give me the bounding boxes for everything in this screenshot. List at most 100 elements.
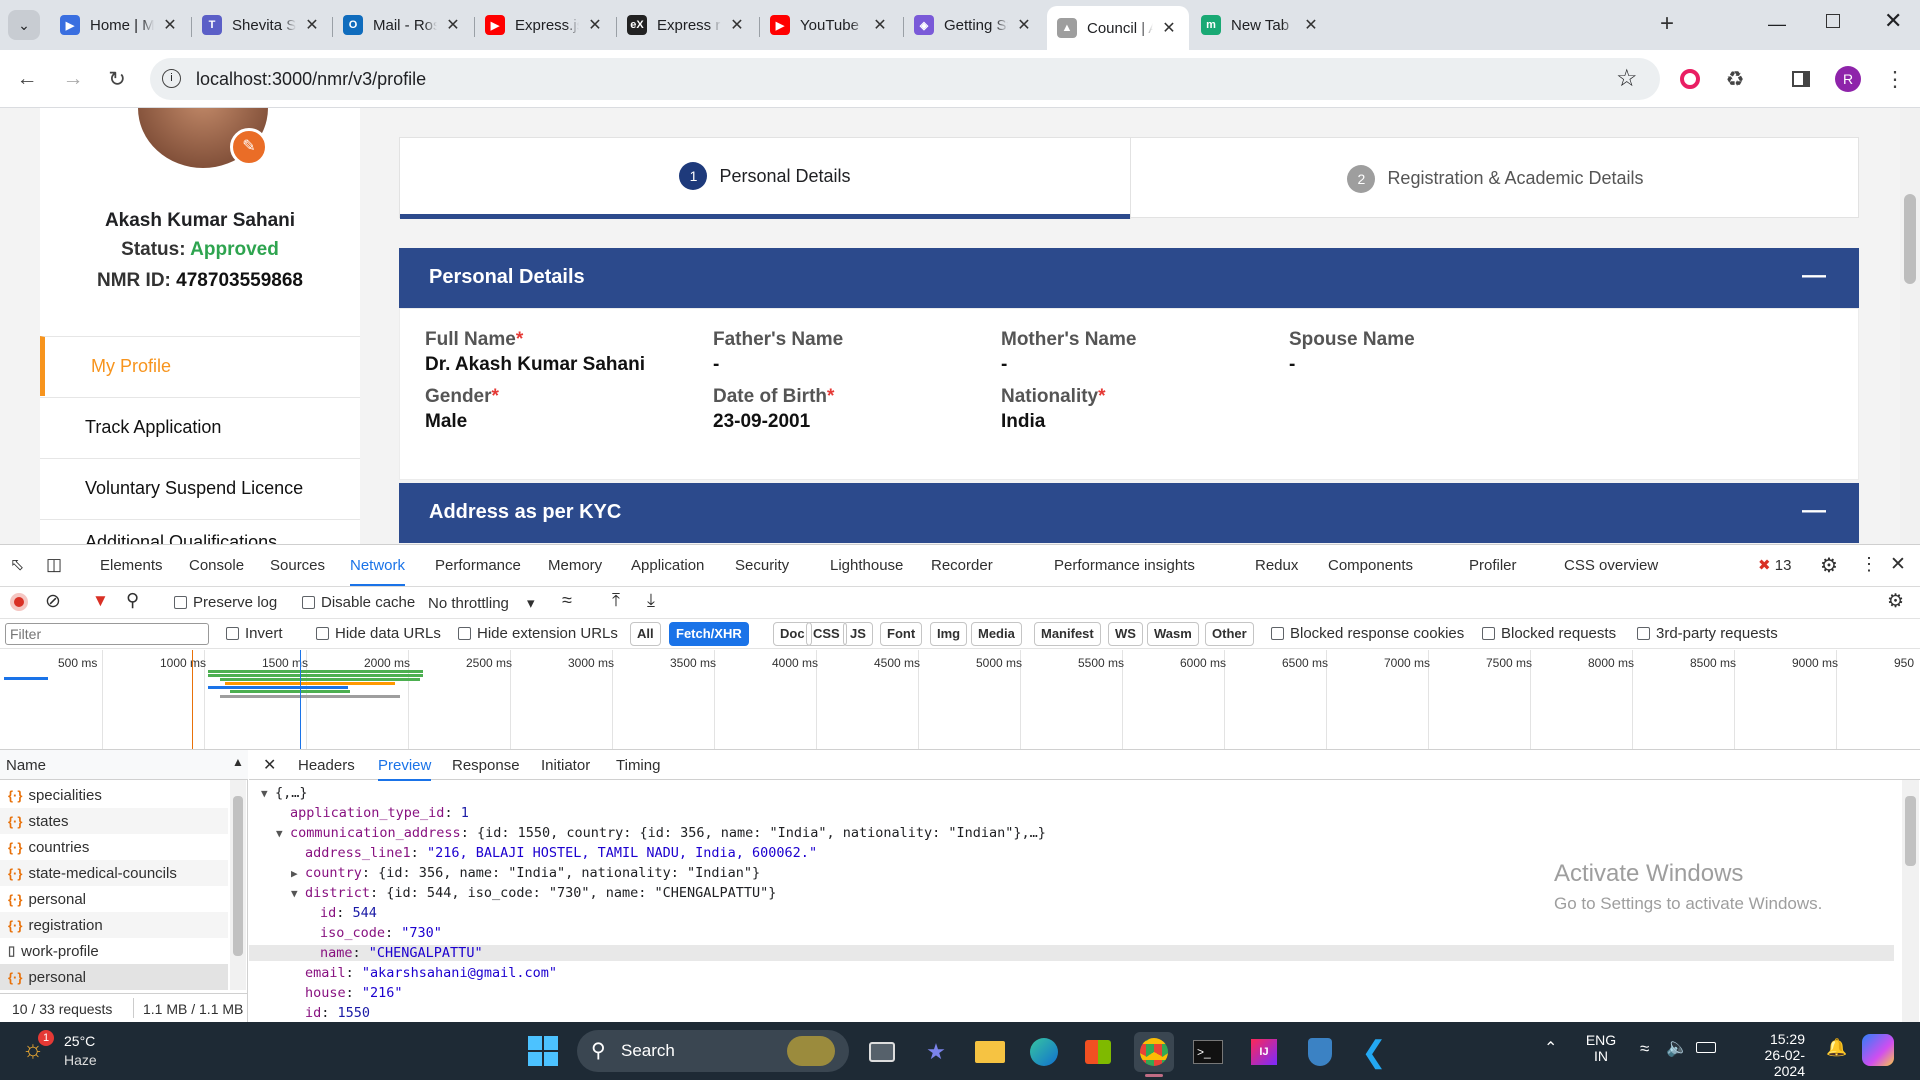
page-scrollbar[interactable]: [1900, 108, 1920, 544]
terminal-icon[interactable]: >_: [1188, 1032, 1228, 1072]
devtools-tab-application[interactable]: Application: [631, 557, 704, 574]
edge-icon[interactable]: [1024, 1032, 1064, 1072]
type-filter-all[interactable]: All: [630, 622, 661, 646]
address-bar[interactable]: i localhost:3000/nmr/v3/profile ☆: [150, 58, 1660, 100]
type-filter-other[interactable]: Other: [1205, 622, 1254, 646]
search-icon[interactable]: ⚲: [126, 590, 139, 611]
devtools-tab-console[interactable]: Console: [189, 557, 244, 574]
browser-tab[interactable]: ◈ Getting Starte ✕: [904, 7, 1044, 43]
tab-close-icon[interactable]: ✕: [160, 15, 180, 35]
devtools-tab-redux[interactable]: Redux: [1255, 557, 1298, 574]
third-party-checkbox[interactable]: 3rd-party requests: [1637, 625, 1778, 642]
throttling-select[interactable]: No throttling ▾: [428, 594, 535, 612]
filter-input[interactable]: [5, 623, 209, 645]
request-row[interactable]: {·} registration: [0, 912, 228, 938]
bookmark-star-icon[interactable]: ☆: [1616, 64, 1638, 93]
type-filter-fetchxhr[interactable]: Fetch/XHR: [669, 622, 749, 646]
start-button[interactable]: [528, 1036, 558, 1066]
devtools-tab-memory[interactable]: Memory: [548, 557, 602, 574]
expand-arrow-icon[interactable]: ▼: [261, 787, 275, 800]
invert-checkbox[interactable]: Invert: [226, 625, 283, 642]
error-count-badge[interactable]: ✖ 13: [1758, 556, 1791, 574]
copilot-icon[interactable]: [1862, 1034, 1894, 1066]
detail-tab-initiator[interactable]: Initiator: [541, 757, 590, 774]
forward-arrow-icon[interactable]: →: [57, 63, 89, 95]
intellij-icon[interactable]: IJ: [1244, 1032, 1284, 1072]
new-tab-button[interactable]: +: [1652, 10, 1682, 40]
tab-close-icon[interactable]: ✕: [1014, 15, 1034, 35]
json-line[interactable]: house: "216": [291, 985, 403, 1001]
type-filter-font[interactable]: Font: [880, 622, 923, 646]
tray-overflow-icon[interactable]: ⌃: [1544, 1038, 1557, 1058]
tab-close-icon[interactable]: ✕: [870, 15, 890, 35]
blocked-cookies-checkbox[interactable]: Blocked response cookies: [1271, 625, 1464, 642]
close-window-button[interactable]: ✕: [1884, 8, 1902, 34]
type-filter-media[interactable]: Media: [971, 622, 1022, 646]
taskbar-search[interactable]: ⚲ Search: [577, 1030, 849, 1072]
expand-arrow-icon[interactable]: ▶: [291, 867, 305, 880]
json-line[interactable]: id: 544: [306, 905, 377, 921]
browser-tab[interactable]: T Shevita Soi | ✕: [192, 7, 332, 43]
store-icon[interactable]: [1078, 1032, 1118, 1072]
device-toolbar-icon[interactable]: ◫: [46, 555, 62, 575]
tab-close-icon[interactable]: ✕: [585, 15, 605, 35]
clear-icon[interactable]: ⊘: [45, 590, 61, 613]
sidebar-item-voluntary-suspend[interactable]: Voluntary Suspend Licence: [40, 458, 360, 518]
scrollbar-thumb[interactable]: [1904, 194, 1916, 284]
devtools-tab-elements[interactable]: Elements: [100, 557, 163, 574]
tab-close-icon[interactable]: ✕: [727, 15, 747, 35]
json-line[interactable]: email: "akarshsahani@gmail.com": [291, 965, 557, 981]
teams-icon[interactable]: ★: [916, 1032, 956, 1072]
profile-avatar[interactable]: R: [1832, 63, 1864, 95]
devtools-menu-icon[interactable]: ⋮: [1860, 554, 1878, 575]
tab-close-icon[interactable]: ✕: [1159, 18, 1179, 38]
reload-icon[interactable]: ↻: [101, 63, 133, 95]
disable-cache-checkbox[interactable]: Disable cache: [302, 594, 415, 611]
close-devtools-icon[interactable]: ✕: [1890, 553, 1906, 576]
url-text[interactable]: localhost:3000/nmr/v3/profile: [196, 69, 426, 90]
devtools-tab-network[interactable]: Network: [350, 557, 406, 586]
request-row[interactable]: {·} specialities: [0, 782, 228, 808]
extensions-puzzle-icon[interactable]: ♻: [1719, 63, 1751, 95]
json-line[interactable]: address_line1: "216, BALAJI HOSTEL, TAMI…: [291, 845, 817, 861]
request-row[interactable]: {·} countries: [0, 834, 228, 860]
edit-avatar-button[interactable]: ✎: [230, 128, 268, 166]
detail-tab-headers[interactable]: Headers: [298, 757, 355, 774]
devtools-tab-css-overview[interactable]: CSS overview: [1564, 557, 1658, 574]
json-line[interactable]: ▶ country: {id: 356, name: "India", natio…: [291, 865, 760, 881]
import-har-icon[interactable]: ⤒: [612, 590, 620, 611]
record-stop-icon[interactable]: [10, 593, 28, 611]
sidebar-item-my-profile[interactable]: My Profile: [40, 336, 360, 396]
battery-icon[interactable]: [1696, 1042, 1716, 1053]
request-list-scrollbar[interactable]: [230, 780, 246, 990]
network-settings-icon[interactable]: ⚙: [1887, 590, 1904, 613]
wifi-icon[interactable]: ≈: [1640, 1039, 1649, 1059]
detail-tab-timing[interactable]: Timing: [616, 757, 660, 774]
preview-scrollbar[interactable]: [1902, 780, 1919, 1023]
browser-tab[interactable]: ▲ Council | ABD ✕: [1047, 6, 1189, 50]
name-column-header[interactable]: Name ▲: [0, 750, 248, 780]
restore-button[interactable]: [1826, 14, 1840, 28]
type-filter-img[interactable]: Img: [930, 622, 968, 646]
json-line[interactable]: ▼ communication_address: {id: 1550, count…: [276, 825, 1046, 841]
browser-tab[interactable]: ▶ Home | Micro ✕: [50, 7, 190, 43]
volume-icon[interactable]: 🔈: [1666, 1037, 1688, 1058]
request-row[interactable]: {·} personal: [0, 886, 228, 912]
browser-tab[interactable]: O Mail - Roshan ✕: [333, 7, 473, 43]
task-view-icon[interactable]: [862, 1032, 902, 1072]
tab-close-icon[interactable]: ✕: [302, 15, 322, 35]
collapse-icon[interactable]: —: [1802, 497, 1826, 525]
json-line[interactable]: application_type_id: 1: [276, 805, 469, 821]
json-line[interactable]: name: "CHENGALPATTU": [249, 945, 1894, 961]
security-icon[interactable]: [1300, 1032, 1340, 1072]
network-overview-timeline[interactable]: 500 ms 1000 ms 1500 ms 2000 ms 2500 ms 3000 m…: [0, 650, 1920, 750]
tab-search-button[interactable]: ⌄: [8, 10, 40, 40]
devtools-tab-security[interactable]: Security: [735, 557, 789, 574]
request-row[interactable]: {·} states: [0, 808, 228, 834]
step-personal-details[interactable]: 1 Personal Details: [400, 138, 1130, 219]
request-row[interactable]: {·} personal: [0, 964, 228, 990]
vscode-icon[interactable]: ❮: [1354, 1032, 1394, 1072]
weather-widget[interactable]: ☼ 1 25°C Haze: [20, 1030, 130, 1072]
tab-close-icon[interactable]: ✕: [443, 15, 463, 35]
menu-kebab-icon[interactable]: ⋮: [1879, 63, 1911, 95]
